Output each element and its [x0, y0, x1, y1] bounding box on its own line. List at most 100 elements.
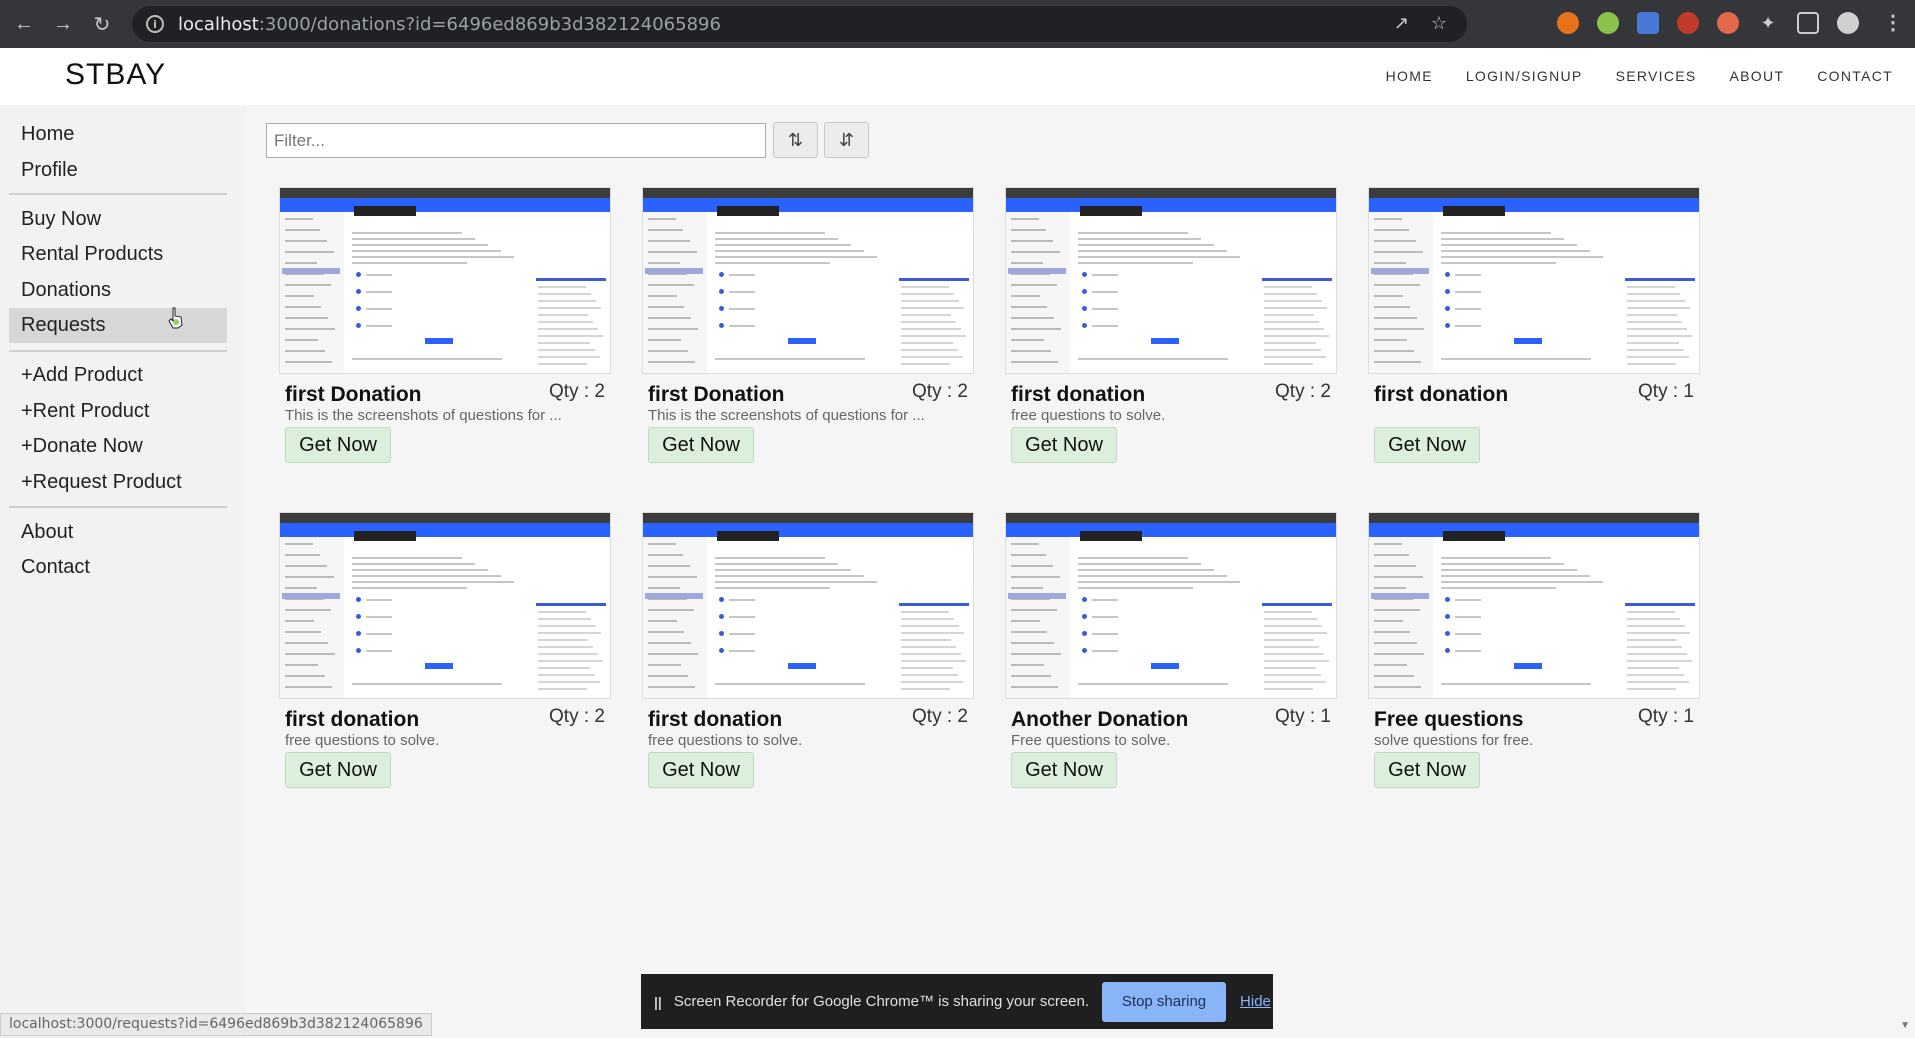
share-icon[interactable]: ↗ — [1394, 13, 1409, 34]
hide-link[interactable]: Hide — [1240, 993, 1271, 1010]
extension-fox-icon[interactable] — [1557, 12, 1579, 34]
nav-home[interactable]: HOME — [1386, 68, 1433, 84]
donation-card: first donation Qty : 1 Get Now — [1368, 187, 1700, 477]
sidebar-item-requests[interactable]: Requests — [9, 308, 227, 343]
donation-thumbnail[interactable] — [1005, 512, 1337, 699]
get-now-button[interactable]: Get Now — [1374, 427, 1480, 463]
get-now-button[interactable]: Get Now — [648, 427, 754, 463]
nav-services[interactable]: SERVICES — [1616, 68, 1697, 84]
card-quantity: Qty : 2 — [1275, 381, 1331, 402]
donation-card: Another Donation Qty : 1 Free questions to… — [1005, 512, 1337, 802]
donation-thumbnail[interactable] — [279, 512, 611, 699]
hand-cursor-icon — [168, 307, 183, 329]
filter-input[interactable] — [266, 123, 766, 158]
side-panel-icon[interactable] — [1797, 12, 1819, 34]
donation-card: first Donation Qty : 2 This is the screens… — [642, 187, 974, 477]
bookmark-star-icon[interactable]: ☆ — [1431, 13, 1447, 34]
card-quantity: Qty : 2 — [912, 706, 968, 727]
brand-logo[interactable]: STBAY — [65, 58, 166, 92]
card-description: solve questions for free. — [1374, 732, 1534, 749]
donation-card: first donation Qty : 2 free questions to s… — [279, 512, 611, 802]
pause-icon: || — [654, 993, 662, 1010]
sidebar-divider — [9, 506, 227, 508]
screen-share-bar: || Screen Recorder for Google Chrome™ is… — [641, 974, 1273, 1029]
sort-ascending-button[interactable]: ⇅ — [773, 122, 818, 158]
nav-about[interactable]: ABOUT — [1730, 68, 1785, 84]
donation-card: first Donation Qty : 2 This is the screens… — [279, 187, 611, 477]
donation-thumbnail[interactable] — [642, 512, 974, 699]
stop-sharing-button[interactable]: Stop sharing — [1102, 981, 1227, 1022]
sidebar-item-contact[interactable]: Contact — [9, 550, 227, 585]
extension-translate-icon[interactable] — [1637, 12, 1659, 34]
sidebar-divider — [9, 350, 227, 352]
card-quantity: Qty : 2 — [549, 706, 605, 727]
address-bar[interactable]: i localhost:3000/donations?id=6496ed869b… — [132, 6, 1467, 42]
get-now-button[interactable]: Get Now — [1374, 752, 1480, 788]
card-title: first donation — [1374, 383, 1509, 406]
get-now-button[interactable]: Get Now — [285, 427, 391, 463]
donation-thumbnail[interactable] — [1005, 187, 1337, 374]
extension-green-icon[interactable] — [1597, 12, 1619, 34]
card-title: first donation — [648, 708, 783, 731]
donation-thumbnail[interactable] — [279, 187, 611, 374]
sidebar-item-rental-products[interactable]: Rental Products — [9, 237, 227, 272]
donation-thumbnail[interactable] — [642, 187, 974, 374]
sidebar-divider — [9, 193, 227, 195]
sort-descending-button[interactable]: ⇵ — [824, 122, 869, 158]
card-quantity: Qty : 2 — [549, 381, 605, 402]
card-description: free questions to solve. — [285, 732, 440, 749]
forward-icon[interactable]: → — [48, 9, 78, 39]
back-icon[interactable]: ← — [9, 9, 39, 39]
card-title: first Donation — [648, 383, 785, 406]
sidebar-item-home[interactable]: Home — [9, 117, 227, 152]
donation-card: first donation Qty : 2 free questions to s… — [642, 512, 974, 802]
sidebar-item-donations[interactable]: Donations — [9, 273, 227, 308]
card-description: Free questions to solve. — [1011, 732, 1171, 749]
card-title: first donation — [285, 708, 420, 731]
reload-icon[interactable]: ↻ — [87, 9, 117, 39]
site-info-icon[interactable]: i — [146, 15, 164, 33]
browser-toolbar: ← → ↻ i localhost:3000/donations?id=6496… — [0, 0, 1915, 48]
extensions-puzzle-icon[interactable]: ✦ — [1757, 12, 1779, 34]
donation-card: Free questions Qty : 1 solve questions for… — [1368, 512, 1700, 802]
link-status-bar: localhost:3000/requests?id=6496ed869b3d3… — [0, 1013, 432, 1036]
share-message: Screen Recorder for Google Chrome™ is sh… — [673, 993, 1090, 1010]
donation-card: first donation Qty : 2 free questions to s… — [1005, 187, 1337, 477]
card-title: first donation — [1011, 383, 1146, 406]
card-description: This is the screenshots of questions for… — [648, 407, 925, 424]
donation-thumbnail[interactable] — [1368, 512, 1700, 699]
app-header: STBAY HOME LOGIN/SIGNUP SERVICES ABOUT C… — [0, 48, 1915, 105]
sidebar-item-buy-now[interactable]: Buy Now — [9, 202, 227, 237]
nav-login-signup[interactable]: LOGIN/SIGNUP — [1466, 68, 1583, 84]
card-description: free questions to solve. — [1011, 407, 1166, 424]
card-quantity: Qty : 1 — [1638, 706, 1694, 727]
extension-recorder-icon[interactable] — [1717, 12, 1739, 34]
card-title: first Donation — [285, 383, 422, 406]
card-quantity: Qty : 2 — [912, 381, 968, 402]
sidebar: Home Profile Buy Now Rental Products Don… — [0, 105, 246, 1038]
card-quantity: Qty : 1 — [1275, 706, 1331, 727]
sidebar-item-about[interactable]: About — [9, 515, 227, 550]
sidebar-item-profile[interactable]: Profile — [9, 153, 227, 188]
donation-thumbnail[interactable] — [1368, 187, 1700, 374]
sidebar-item-donate-now[interactable]: +Donate Now — [9, 429, 227, 464]
get-now-button[interactable]: Get Now — [1011, 752, 1117, 788]
sidebar-item-request-product[interactable]: +Request Product — [9, 465, 227, 500]
card-description: free questions to solve. — [648, 732, 803, 749]
url-text: localhost:3000/donations?id=6496ed869b3d… — [178, 13, 721, 35]
card-title: Another Donation — [1011, 708, 1189, 731]
get-now-button[interactable]: Get Now — [1011, 427, 1117, 463]
sidebar-item-rent-product[interactable]: +Rent Product — [9, 394, 227, 429]
card-description: This is the screenshots of questions for… — [285, 407, 562, 424]
extension-shield-icon[interactable] — [1677, 12, 1699, 34]
main-content: ⇅ ⇵ first Donation Qty : 2 This is the scr… — [246, 105, 1905, 1038]
sidebar-item-add-product[interactable]: +Add Product — [9, 358, 227, 393]
card-title: Free questions — [1374, 708, 1524, 731]
nav-contact[interactable]: CONTACT — [1817, 68, 1893, 84]
browser-menu-icon[interactable]: ⋮ — [1883, 10, 1903, 35]
card-quantity: Qty : 1 — [1638, 381, 1694, 402]
profile-avatar-icon[interactable] — [1837, 12, 1859, 34]
get-now-button[interactable]: Get Now — [648, 752, 754, 788]
scroll-down-icon[interactable]: ▼ — [1900, 1020, 1910, 1031]
get-now-button[interactable]: Get Now — [285, 752, 391, 788]
